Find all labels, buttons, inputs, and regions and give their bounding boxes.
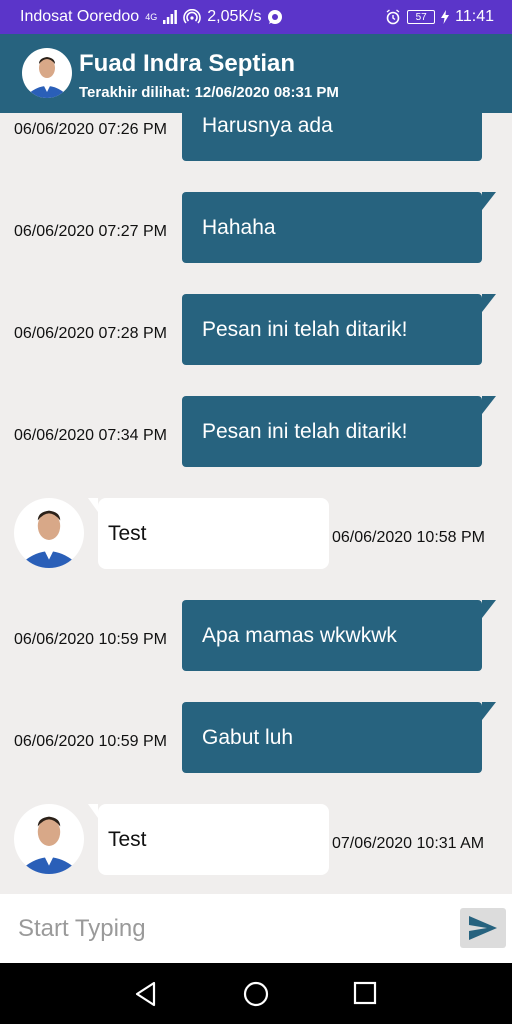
system-navigation-bar <box>0 963 512 1024</box>
carrier-name: Indosat Ooredoo <box>20 8 140 25</box>
message-text: Test <box>108 521 147 545</box>
message-text: Pesan ini telah ditarik! <box>202 419 408 443</box>
battery-level: 57 <box>415 11 427 23</box>
whatsapp-icon <box>268 10 283 24</box>
outgoing-message-bubble[interactable]: Hahaha <box>182 192 496 263</box>
send-icon <box>469 916 497 940</box>
message-timestamp: 06/06/2020 07:28 PM <box>14 325 168 342</box>
recents-icon[interactable] <box>353 981 377 1005</box>
incoming-message-bubble[interactable]: Test <box>88 498 329 569</box>
outgoing-message-bubble[interactable]: Gabut luh <box>182 702 496 773</box>
outgoing-message-bubble[interactable]: Apa mamas wkwkwk <box>182 600 496 671</box>
outgoing-message-bubble[interactable]: Harusnya ada <box>182 113 482 161</box>
status-time: 11:41 <box>455 8 494 25</box>
profile-photo-icon <box>15 499 83 568</box>
profile-photo-icon <box>23 49 71 98</box>
network-type: 4G <box>145 11 158 22</box>
message-composer <box>0 894 512 963</box>
sender-avatar[interactable] <box>14 804 84 874</box>
back-icon[interactable] <box>134 981 158 1007</box>
message-text: Harusnya ada <box>202 113 333 137</box>
message-input[interactable] <box>0 894 450 963</box>
message-timestamp: 06/06/2020 10:59 PM <box>14 631 168 648</box>
network-speed: 2,05K/s <box>207 8 262 25</box>
incoming-message-bubble[interactable]: Test <box>88 804 329 875</box>
home-icon[interactable] <box>243 981 269 1007</box>
message-text: Apa mamas wkwkwk <box>202 623 397 647</box>
charging-icon <box>441 10 450 24</box>
outgoing-message-bubble[interactable]: Pesan ini telah ditarik! <box>182 396 496 467</box>
sender-avatar[interactable] <box>14 498 84 568</box>
profile-photo-icon <box>15 805 83 874</box>
contact-avatar[interactable] <box>22 48 72 98</box>
message-list[interactable]: Harusnya ada 06/06/2020 07:26 PM Hahaha … <box>0 113 512 894</box>
message-timestamp: 07/06/2020 10:31 AM <box>332 835 485 852</box>
hotspot-icon <box>183 9 201 24</box>
status-bar-left: Indosat Ooredoo 4G 2,05K/s <box>20 8 283 26</box>
message-timestamp: 06/06/2020 07:27 PM <box>14 223 168 240</box>
contact-name: Fuad Indra Septian <box>79 50 296 77</box>
alarm-icon <box>386 9 400 25</box>
message-timestamp: 06/06/2020 10:58 PM <box>332 529 486 546</box>
outgoing-message-bubble[interactable]: Pesan ini telah ditarik! <box>182 294 496 365</box>
last-seen-status: Terakhir dilihat: 12/06/2020 08:31 PM <box>79 84 339 101</box>
battery-icon: 57 <box>407 10 436 24</box>
chat-header: Fuad Indra Septian Terakhir dilihat: 12/… <box>0 34 512 113</box>
send-button[interactable] <box>460 908 506 948</box>
message-text: Pesan ini telah ditarik! <box>202 317 408 341</box>
message-timestamp: 06/06/2020 07:34 PM <box>14 427 168 444</box>
message-text: Test <box>108 827 147 851</box>
message-timestamp: 06/06/2020 07:26 PM <box>14 121 168 138</box>
signal-icon <box>163 10 178 24</box>
status-bar: Indosat Ooredoo 4G 2,05K/s 57 11:41 <box>0 0 512 34</box>
status-bar-right: 57 11:41 <box>385 8 494 26</box>
message-text: Hahaha <box>202 215 276 239</box>
message-timestamp: 06/06/2020 10:59 PM <box>14 733 168 750</box>
message-text: Gabut luh <box>202 725 294 749</box>
